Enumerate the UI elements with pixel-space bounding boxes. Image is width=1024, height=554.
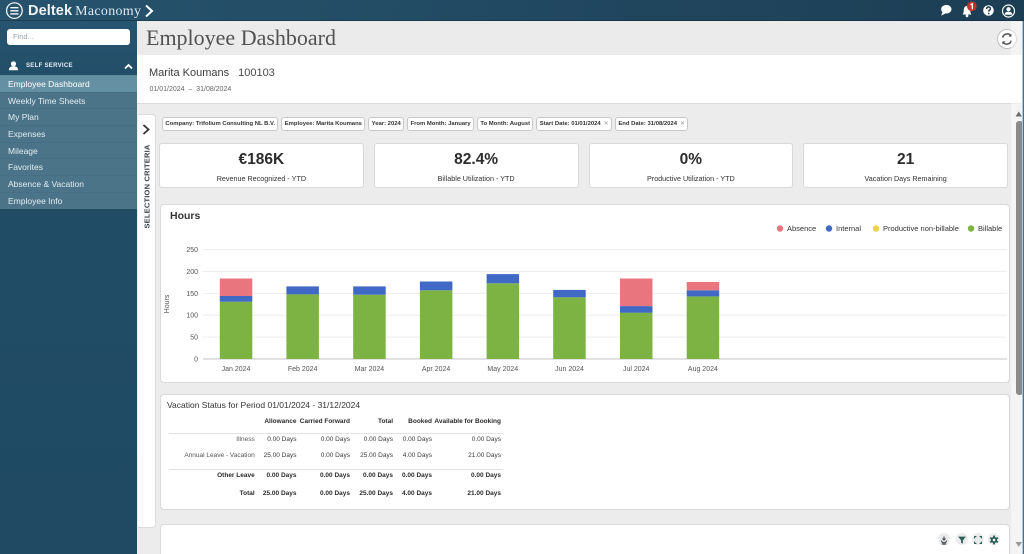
svg-text:Internal: Internal xyxy=(836,224,861,233)
svg-text:Aug 2024: Aug 2024 xyxy=(688,366,718,373)
svg-text:Billable: Billable xyxy=(978,224,1002,233)
svg-text:50: 50 xyxy=(190,335,198,342)
svg-text:Jun 2024: Jun 2024 xyxy=(555,366,584,373)
svg-text:Absence: Absence xyxy=(787,224,816,233)
svg-text:Productive non-billable: Productive non-billable xyxy=(883,224,959,233)
svg-text:Jul 2024: Jul 2024 xyxy=(623,366,650,373)
svg-text:150: 150 xyxy=(186,291,198,298)
svg-text:Hours: Hours xyxy=(164,294,171,313)
svg-text:Apr 2024: Apr 2024 xyxy=(422,366,451,373)
svg-text:200: 200 xyxy=(186,269,198,276)
svg-text:Mar 2024: Mar 2024 xyxy=(355,366,385,373)
svg-text:250: 250 xyxy=(186,247,198,254)
svg-text:Hours: Hours xyxy=(170,210,200,222)
svg-text:Jan 2024: Jan 2024 xyxy=(222,366,251,373)
svg-text:Feb 2024: Feb 2024 xyxy=(288,366,318,373)
svg-text:May 2024: May 2024 xyxy=(487,366,518,373)
svg-text:100: 100 xyxy=(186,313,198,320)
svg-text:0: 0 xyxy=(194,357,198,364)
